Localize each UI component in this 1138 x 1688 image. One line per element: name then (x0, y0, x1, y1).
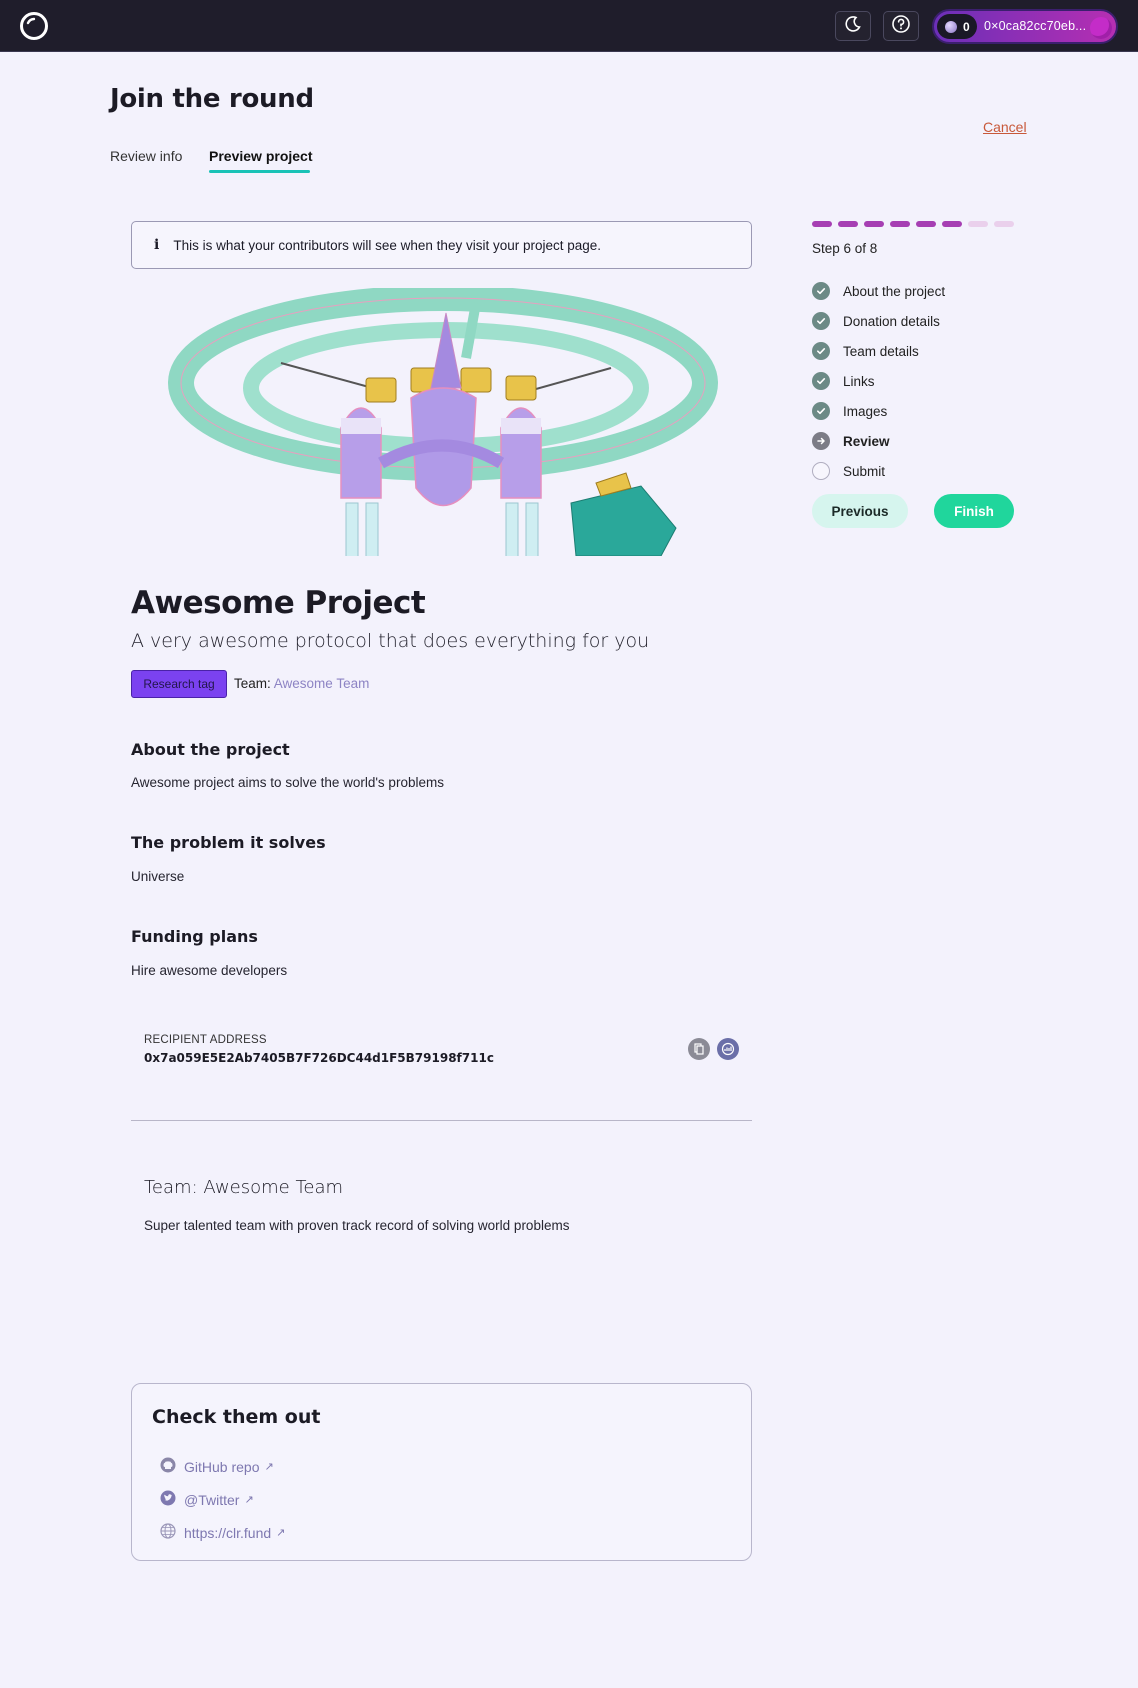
check-icon (812, 282, 830, 300)
step-label: Donation details (843, 313, 940, 329)
theme-toggle-button[interactable] (835, 11, 871, 41)
page-title: Join the round (110, 84, 314, 114)
step-label: About the project (843, 283, 946, 299)
step-label: Team details (843, 343, 919, 359)
active-tab-indicator (209, 170, 310, 173)
step-item[interactable]: Team details (812, 336, 945, 366)
step-item: Submit (812, 456, 945, 486)
progress-segment (838, 221, 858, 227)
step-list: About the project Donation details Team de… (812, 276, 945, 486)
section-heading-about: About the project (131, 740, 290, 759)
check-icon (812, 372, 830, 390)
section-heading-problem: The problem it solves (131, 833, 326, 852)
info-icon: i (154, 237, 160, 253)
twitter-icon (160, 1490, 176, 1509)
progress-segment (864, 221, 884, 227)
recipient-address: 0x7a059E5E2Ab7405B7F726DC44d1F5B79198f71… (144, 1051, 494, 1065)
github-link[interactable]: GitHub repo ↗ (160, 1457, 274, 1476)
github-link-label: GitHub repo (184, 1458, 260, 1475)
avatar (1090, 17, 1112, 39)
recipient-address-label: RECIPIENT ADDRESS (144, 1034, 267, 1046)
links-card: Check them out GitHub repo ↗ @Twitter ↗ … (131, 1383, 752, 1561)
top-bar: 0 0×0ca82cc70eb... (0, 0, 1138, 52)
section-body-about: Awesome project aims to solve the world'… (131, 775, 444, 790)
finish-button[interactable]: Finish (934, 494, 1014, 528)
step-label: Images (843, 403, 888, 419)
external-link-icon: ↗ (244, 1494, 254, 1506)
step-label: Submit (843, 463, 886, 479)
progress-segment (812, 221, 832, 227)
tab-preview-project[interactable]: Preview project (209, 148, 313, 164)
category-tag[interactable]: Research tag (131, 670, 227, 698)
website-link[interactable]: https://clr.fund ↗ (160, 1523, 285, 1542)
team-prefix: Team: (234, 676, 271, 691)
external-link-icon: ↗ (276, 1527, 286, 1539)
wallet-address: 0×0ca82cc70eb... (984, 19, 1087, 33)
project-tagline: A very awesome protocol that does everyt… (131, 630, 650, 652)
token-icon (945, 20, 957, 33)
empty-circle-icon (812, 462, 830, 480)
step-label: Links (843, 373, 875, 389)
arrow-right-icon (812, 432, 830, 450)
check-icon (812, 342, 830, 360)
tab-review-info[interactable]: Review info (110, 148, 182, 164)
help-button[interactable] (883, 11, 919, 41)
team-line: Team: Awesome Team (234, 676, 369, 691)
twitter-link[interactable]: @Twitter ↗ (160, 1490, 254, 1509)
twitter-link-label: @Twitter (184, 1491, 240, 1508)
step-item[interactable]: Donation details (812, 306, 945, 336)
globe-icon (160, 1523, 176, 1542)
progress-segment (942, 221, 962, 227)
step-item[interactable]: Review (812, 426, 945, 456)
info-banner-text: This is what your contributors will see … (173, 237, 602, 253)
section-body-funding: Hire awesome developers (131, 963, 288, 978)
step-item[interactable]: Links (812, 366, 945, 396)
logo-icon[interactable] (19, 11, 49, 41)
etherscan-icon[interactable] (717, 1038, 739, 1060)
step-item[interactable]: Images (812, 396, 945, 426)
previous-button[interactable]: Previous (812, 494, 908, 528)
project-banner-image (131, 288, 752, 556)
links-title: Check them out (152, 1406, 321, 1428)
team-description: Super talented team with proven track re… (144, 1218, 570, 1233)
check-icon (812, 312, 830, 330)
progress-bar (812, 221, 1014, 227)
github-icon (160, 1457, 176, 1476)
progress-segment (916, 221, 936, 227)
help-icon (891, 14, 911, 39)
project-title: Awesome Project (131, 585, 426, 621)
section-heading-funding: Funding plans (131, 927, 258, 946)
cancel-link[interactable]: Cancel (983, 119, 1027, 135)
progress-segment (968, 221, 988, 227)
step-counter: Step 6 of 8 (812, 241, 878, 256)
wallet-balance-value: 0 (963, 19, 970, 34)
moon-icon (844, 15, 862, 38)
external-link-icon: ↗ (264, 1461, 274, 1473)
team-title: Team: Awesome Team (144, 1177, 344, 1198)
website-link-label: https://clr.fund (184, 1524, 272, 1541)
step-label: Review (843, 433, 890, 449)
copy-icon[interactable] (688, 1038, 710, 1060)
progress-segment (890, 221, 910, 227)
wallet-balance: 0 (937, 14, 977, 39)
info-banner: i This is what your contributors will se… (131, 221, 752, 269)
divider (131, 1120, 752, 1121)
section-body-problem: Universe (131, 869, 185, 884)
step-item[interactable]: About the project (812, 276, 945, 306)
progress-segment (994, 221, 1014, 227)
wallet-button[interactable]: 0 0×0ca82cc70eb... (932, 9, 1118, 44)
team-link[interactable]: Awesome Team (274, 676, 370, 691)
check-icon (812, 402, 830, 420)
